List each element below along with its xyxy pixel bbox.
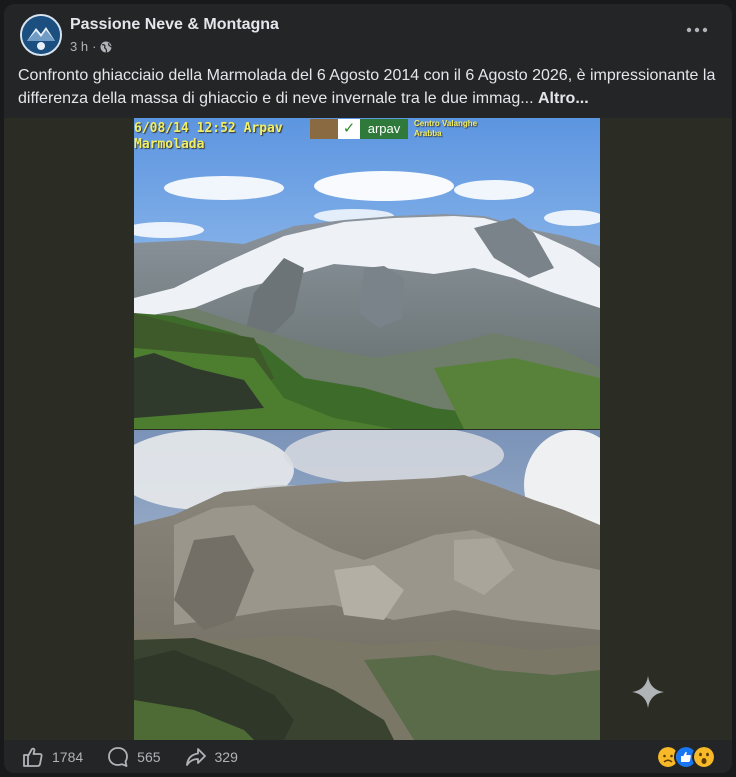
photo-date-overlay: 6/08/14 12:52 Arpav Marmolada [134,121,283,153]
photo-place-line: Marmolada [134,137,205,152]
sparkle-icon [632,676,664,708]
more-dots-icon [686,27,708,33]
page-avatar[interactable] [20,14,62,56]
share-arrow-icon [185,747,206,766]
post-text: Confronto ghiacciaio della Marmolada del… [18,64,718,110]
post-time[interactable]: 3 h [70,39,88,54]
logo-text: arpav [360,119,408,139]
comment-count: 565 [137,748,161,765]
post-header: Passione Neve & Montagna 3 h · [20,14,716,62]
post-card: Passione Neve & Montagna 3 h · Confronto… [4,4,732,773]
comment-bubble-icon [108,746,129,767]
center-line-1: Centro Valanghe [414,119,478,128]
marmolada-2014-image [134,118,600,429]
center-overlay: Centro Valanghe Arabba [414,119,477,139]
avatar-mountain-logo [22,16,60,54]
post-body: Confronto ghiacciaio della Marmolada del… [18,67,716,107]
meta-separator: · [92,39,97,54]
thumbs-up-icon [23,747,43,767]
like-button[interactable]: 1784 [22,746,83,768]
more-options-button[interactable] [682,20,712,40]
photo-date-line: 6/08/14 12:52 Arpav [134,121,283,136]
like-count: 1784 [52,748,84,765]
reaction-summary[interactable] [656,745,716,769]
see-more-link[interactable]: Altro... [538,90,589,107]
center-line-2: Arabba [414,129,442,138]
photo-2014: 6/08/14 12:52 Arpav Marmolada ✓ arpav Ce… [134,118,600,429]
globe-icon [100,41,112,53]
post-meta: 3 h · [70,39,112,54]
page-name[interactable]: Passione Neve & Montagna [70,16,279,34]
share-button[interactable]: 329 [185,746,238,768]
arpav-logo: ✓ arpav [310,119,408,139]
wow-reaction-icon [692,745,716,769]
share-count: 329 [214,748,238,765]
post-media[interactable]: 6/08/14 12:52 Arpav Marmolada ✓ arpav Ce… [4,118,732,740]
marmolada-2026-image [134,430,600,740]
logo-leaf-icon: ✓ [342,120,356,137]
photo-2026 [134,430,600,740]
logo-photo [310,119,338,139]
comment-button[interactable]: 565 [107,746,161,768]
post-actions: 1784 565 329 [4,740,732,773]
